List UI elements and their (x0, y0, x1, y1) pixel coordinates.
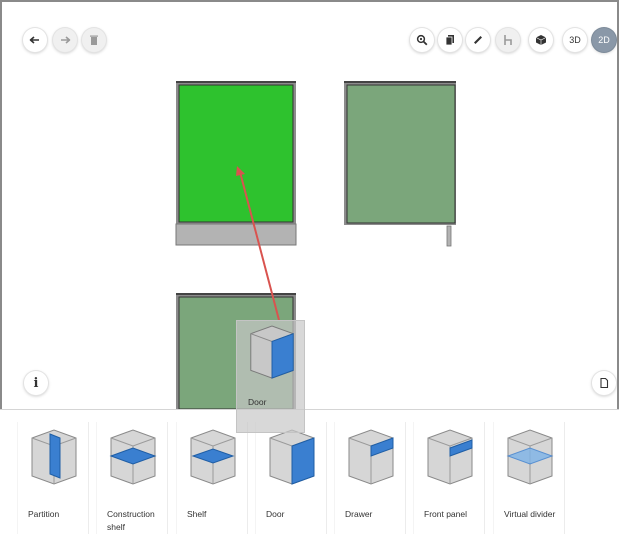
component-label: Construction shelf (107, 509, 155, 532)
construction-shelf-icon (109, 429, 157, 485)
component-label: Door (266, 509, 285, 519)
component-shelf[interactable]: Shelf (176, 422, 248, 534)
component-construction-shelf[interactable]: Construction shelf (96, 422, 168, 534)
component-label: Drawer (345, 509, 373, 519)
drawer-icon (348, 429, 394, 485)
design-canvas[interactable]: 3D 2D i (2, 2, 617, 409)
component-label: Partition (28, 509, 60, 519)
front-panel-icon (427, 429, 473, 485)
component-partition[interactable]: Partition (17, 422, 89, 534)
cabinet-right[interactable] (344, 81, 456, 247)
virtual-divider-icon (506, 429, 554, 485)
shelf-icon (190, 429, 236, 485)
page-icon (600, 377, 609, 389)
component-label: Front panel (424, 509, 467, 519)
component-front-panel[interactable]: Front panel (413, 422, 485, 534)
cabinet-drawing (175, 81, 456, 409)
info-button[interactable]: i (24, 371, 48, 395)
component-door[interactable]: Door (255, 422, 327, 534)
page-button[interactable] (592, 371, 616, 395)
component-label: Virtual divider (504, 509, 556, 519)
door-icon (269, 429, 315, 485)
component-virtual-divider[interactable]: Virtual divider (493, 422, 565, 534)
component-palette: Partition Construction shelf Shelf Door (0, 409, 619, 534)
component-drawer[interactable]: Drawer (334, 422, 406, 534)
door-icon (250, 325, 294, 379)
cabinet-selected[interactable] (175, 81, 297, 246)
partition-icon (31, 429, 77, 485)
drag-preview-label: Door (248, 397, 267, 407)
component-label: Shelf (187, 509, 207, 519)
drag-preview-door: Door (236, 320, 305, 433)
info-icon: i (33, 375, 39, 391)
